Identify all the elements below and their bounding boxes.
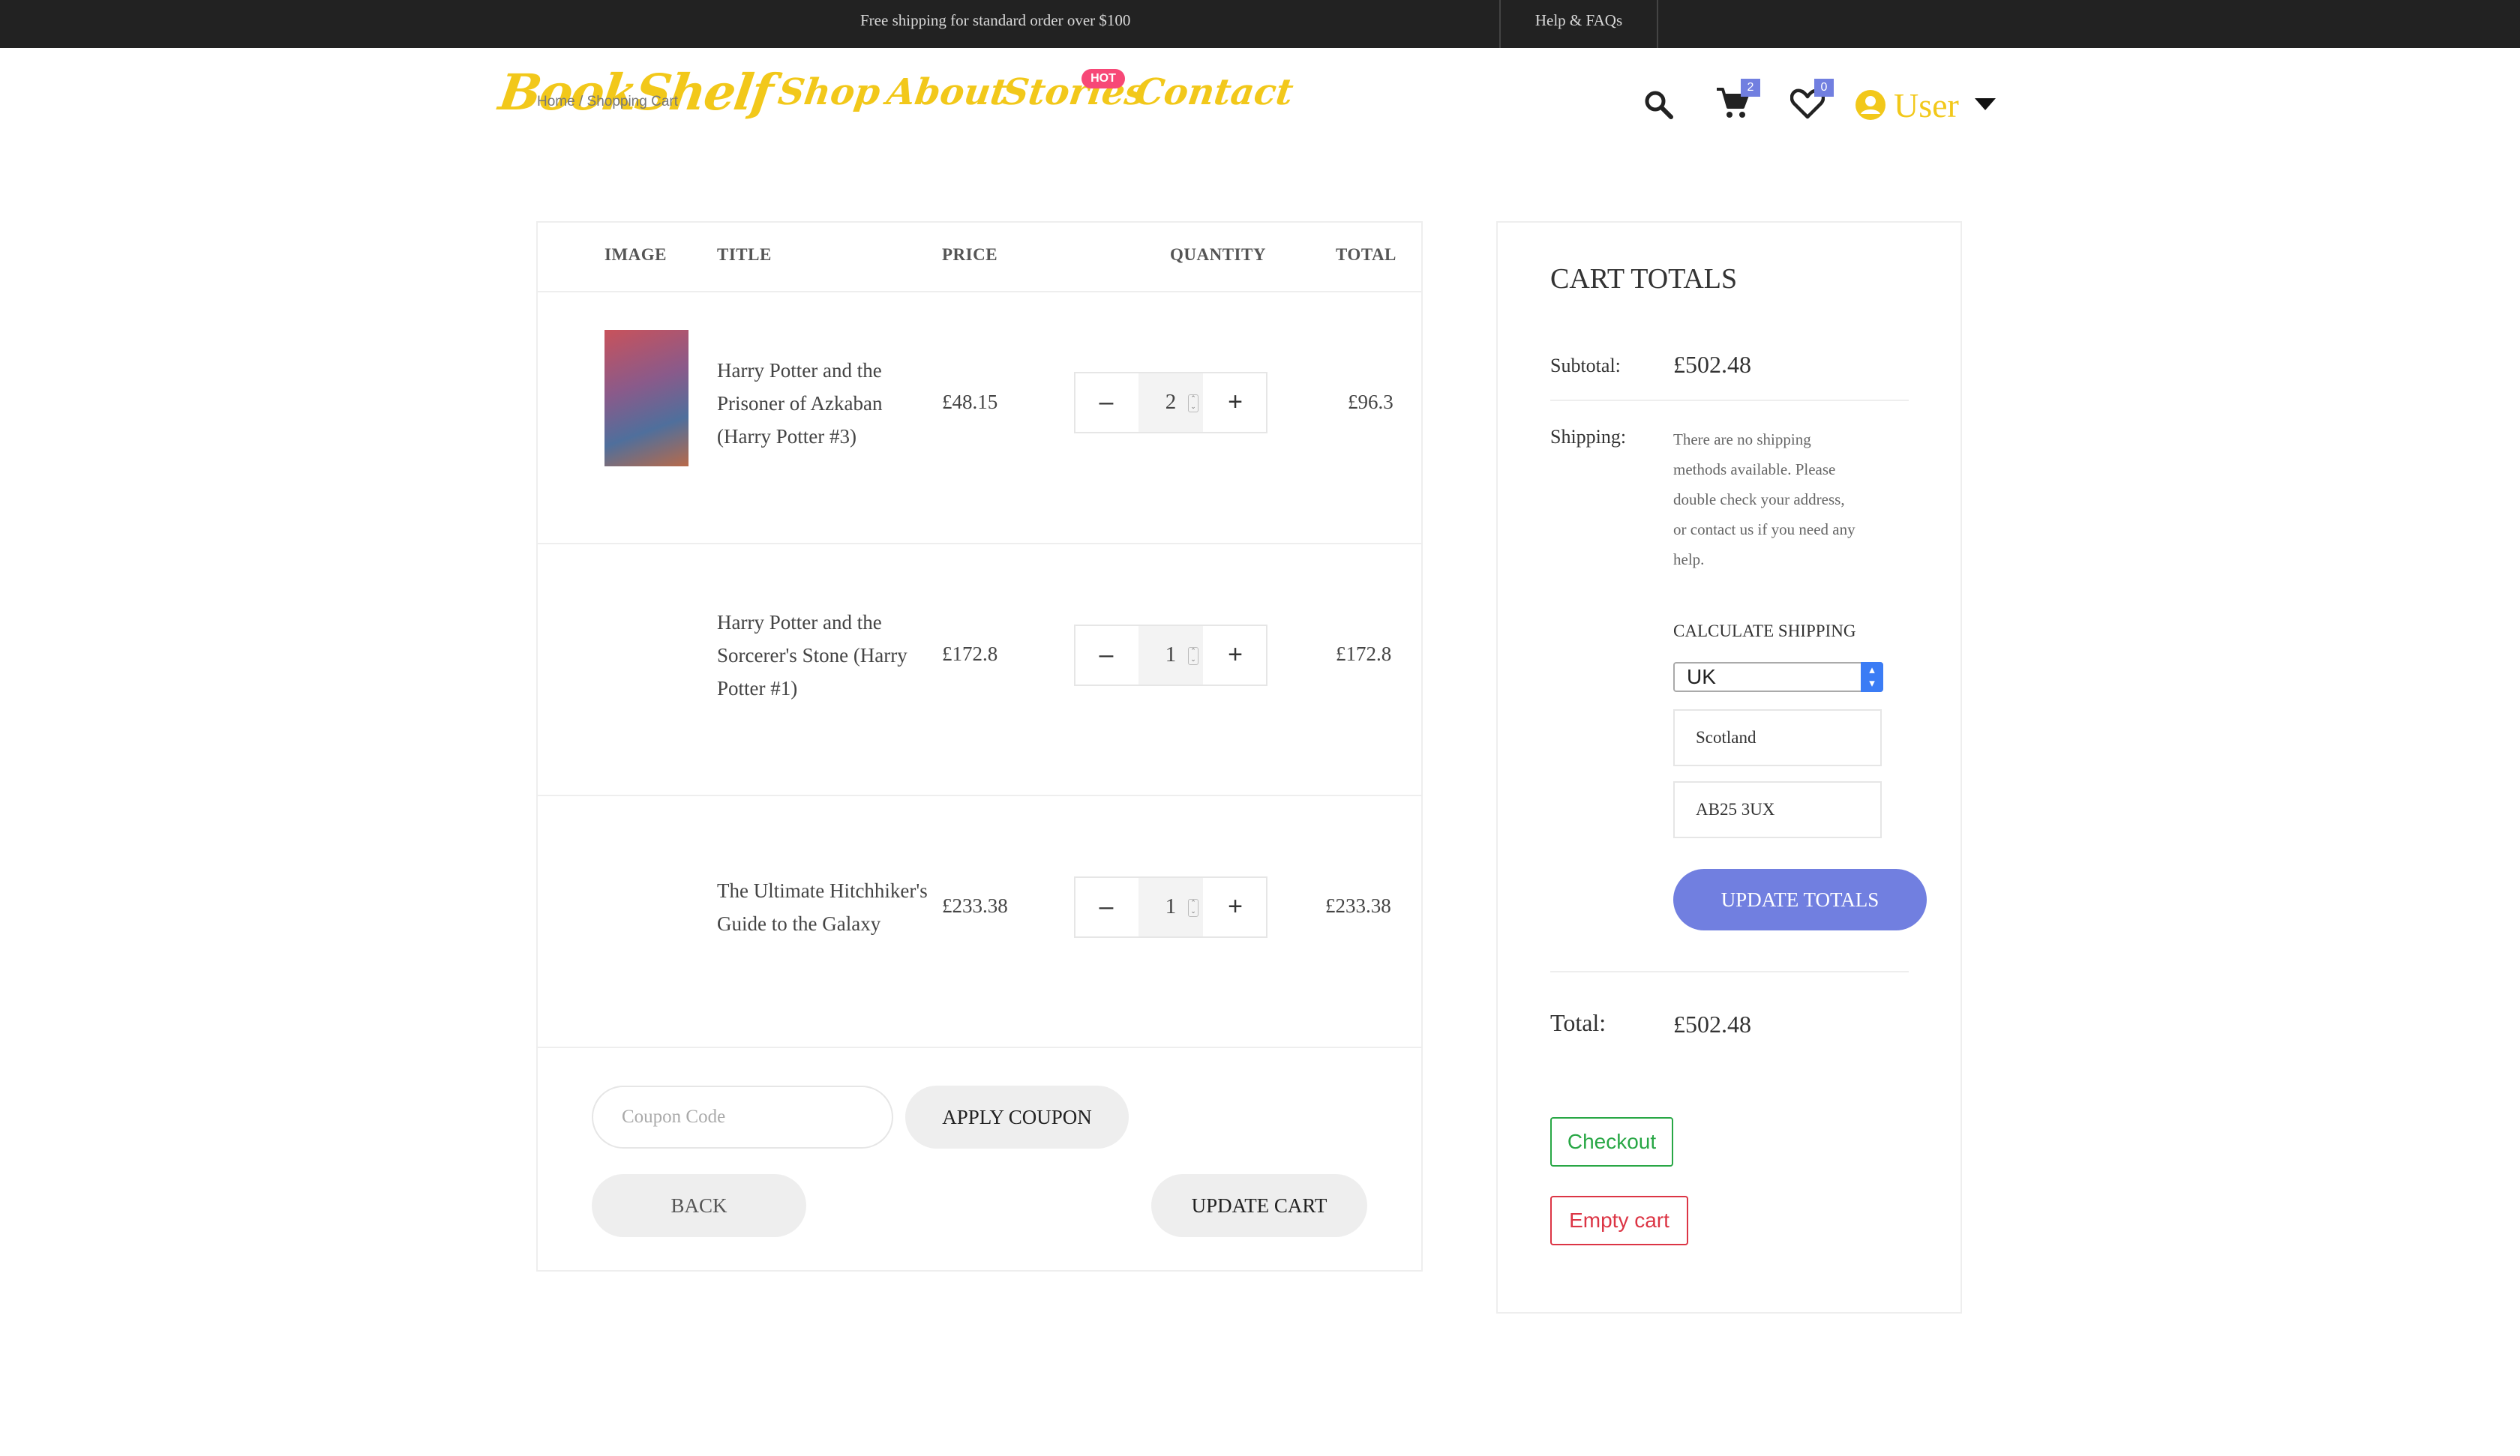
country-select[interactable]: UK ▴ ▾ [1673, 662, 1883, 692]
apply-coupon-button[interactable]: APPLY COUPON [905, 1086, 1129, 1149]
quantity-stepper[interactable]: – 2 ⌃ ⌄ + [1074, 372, 1268, 433]
item-total: £233.38 [1325, 894, 1391, 917]
subtotal-label: Subtotal: [1550, 355, 1621, 376]
spinner-arrows-icon[interactable]: ⌃ ⌄ [1188, 899, 1198, 917]
help-faqs-link[interactable]: Help & FAQs [1499, 0, 1658, 48]
nav-stories[interactable]: Stories [1000, 71, 1148, 113]
increase-quantity-button[interactable]: + [1204, 373, 1266, 432]
header-image: IMAGE [604, 245, 667, 264]
divider [538, 1047, 1421, 1048]
divider [538, 543, 1421, 544]
total-label: Total: [1550, 1009, 1606, 1036]
item-total: £172.8 [1336, 643, 1392, 665]
decrease-quantity-button[interactable]: – [1076, 626, 1137, 685]
site-logo[interactable]: BookShelf [496, 63, 776, 121]
quantity-stepper[interactable]: – 1 ⌃ ⌄ + [1074, 876, 1268, 938]
update-cart-button[interactable]: UPDATE CART [1151, 1174, 1367, 1237]
divider [538, 795, 1421, 796]
subtotal-value: £502.48 [1673, 351, 1751, 378]
select-arrows-icon[interactable]: ▴ ▾ [1861, 662, 1883, 692]
checkout-button[interactable]: Checkout [1550, 1117, 1673, 1167]
shipping-message: There are no shipping methods available.… [1673, 430, 1856, 568]
top-bar: Free shipping for standard order over $1… [0, 0, 2520, 48]
header-total: TOTAL [1336, 245, 1396, 264]
item-price: £48.15 [942, 391, 998, 413]
search-icon[interactable] [1642, 88, 1676, 125]
nav-shop[interactable]: Shop [776, 71, 883, 113]
breadcrumb: Home / Shopping Cart [537, 94, 678, 109]
increase-quantity-button[interactable]: + [1204, 626, 1266, 685]
divider [1550, 400, 1909, 401]
spinner-arrows-icon[interactable]: ⌃ ⌄ [1188, 394, 1198, 412]
nav-about[interactable]: About [884, 71, 1010, 113]
divider [1550, 971, 1909, 972]
item-total: £96.3 [1348, 391, 1394, 413]
increase-quantity-button[interactable]: + [1204, 878, 1266, 936]
item-title[interactable]: Harry Potter and the Sorcerer's Stone (H… [717, 606, 908, 705]
state-field[interactable]: Scotland [1673, 709, 1882, 766]
item-price: £172.8 [942, 643, 998, 665]
decrease-quantity-button[interactable]: – [1076, 878, 1137, 936]
header-price: PRICE [942, 245, 998, 264]
total-value: £502.48 [1673, 1011, 1751, 1038]
update-totals-button[interactable]: UPDATE TOTALS [1673, 869, 1927, 930]
back-button[interactable]: BACK [592, 1174, 806, 1237]
cart-totals-heading: CART TOTALS [1550, 263, 1738, 295]
calculate-shipping-label: CALCULATE SHIPPING [1673, 622, 1856, 640]
empty-cart-button[interactable]: Empty cart [1550, 1196, 1688, 1245]
chevron-down-icon[interactable] [1975, 98, 1996, 115]
spinner-arrows-icon[interactable]: ⌃ ⌄ [1188, 647, 1198, 665]
coupon-code-input[interactable]: Coupon Code [592, 1086, 893, 1149]
header-quantity: QUANTITY [1170, 245, 1266, 264]
divider [538, 291, 1421, 292]
shipping-label: Shipping: [1550, 426, 1627, 448]
nav-contact[interactable]: Contact [1132, 71, 1296, 113]
user-avatar-icon[interactable] [1855, 89, 1886, 124]
item-title[interactable]: The Ultimate Hitchhiker's Guide to the G… [717, 874, 928, 940]
hot-badge: HOT [1082, 69, 1125, 88]
item-title[interactable]: Harry Potter and the Prisoner of Azkaban… [717, 354, 882, 453]
user-menu-label[interactable]: User [1894, 85, 1959, 125]
postcode-field[interactable]: AB25 3UX [1673, 781, 1882, 838]
decrease-quantity-button[interactable]: – [1076, 373, 1137, 432]
quantity-stepper[interactable]: – 1 ⌃ ⌄ + [1074, 625, 1268, 686]
item-price: £233.38 [942, 894, 1008, 917]
free-shipping-notice: Free shipping for standard order over $1… [860, 11, 1131, 29]
header-title: TITLE [717, 245, 772, 264]
cart-count-badge: 2 [1741, 79, 1760, 97]
book-cover-image[interactable] [604, 330, 688, 466]
wishlist-count-badge: 0 [1814, 79, 1834, 97]
